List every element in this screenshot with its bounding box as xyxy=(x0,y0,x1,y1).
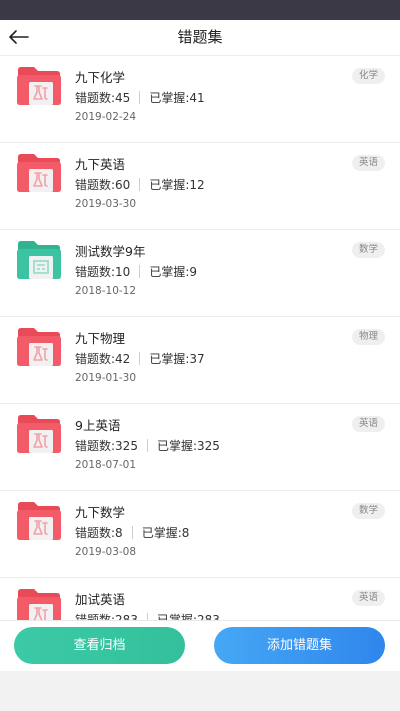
notebook-stats: 错题数:60 已掌握:12 xyxy=(75,177,205,194)
notebook-stats: 错题数:10 已掌握:9 xyxy=(75,264,197,281)
status-bar xyxy=(0,0,400,20)
bottom-action-bar: 查看归档 添加错题集 xyxy=(0,620,400,671)
subject-tag: 物理 xyxy=(351,329,385,345)
mastered-count: 已掌握:37 xyxy=(149,352,205,366)
notebook-list-item[interactable]: 加试英语 错题数:283 已掌握:283 英语 xyxy=(0,578,400,620)
subject-tag: 英语 xyxy=(351,155,385,171)
notebook-list-item[interactable]: 九下英语 错题数:60 已掌握:12 2019-03-30 英语 xyxy=(0,143,400,230)
notebook-list-item[interactable]: 9上英语 错题数:325 已掌握:325 2018-07-01 英语 xyxy=(0,404,400,491)
stat-divider xyxy=(146,613,148,620)
red-folder-icon xyxy=(17,67,61,105)
subject-tag: 英语 xyxy=(351,416,385,432)
notebook-name: 9上英语 xyxy=(75,418,121,433)
mastered-count: 已掌握:283 xyxy=(156,613,220,620)
notebook-date: 2019-01-30 xyxy=(75,372,137,384)
notebook-list-item[interactable]: 九下数学 错题数:8 已掌握:8 2019-03-08 数学 xyxy=(0,491,400,578)
notebook-list: 九下化学 错题数:45 已掌握:41 2019-02-24 化学 九下英语 错题数… xyxy=(0,56,400,620)
mastered-count: 已掌握:9 xyxy=(149,265,198,279)
page-title: 错题集 xyxy=(177,28,223,46)
subject-tag: 化学 xyxy=(351,68,385,84)
notebook-name: 加试英语 xyxy=(75,592,126,607)
mastered-count: 已掌握:325 xyxy=(156,439,220,453)
notebook-date: 2018-07-01 xyxy=(75,459,137,471)
notebook-date: 2019-03-30 xyxy=(75,198,137,210)
notebook-stats: 错题数:283 已掌握:283 xyxy=(75,612,220,620)
notebook-stats: 错题数:325 已掌握:325 xyxy=(75,438,220,455)
add-notebook-button[interactable]: 添加错题集 xyxy=(214,627,385,664)
subject-tag: 数学 xyxy=(351,503,385,519)
notebook-date: 2019-03-08 xyxy=(75,546,137,558)
red-folder-icon xyxy=(17,502,61,540)
red-folder-icon xyxy=(17,415,61,453)
nav-bar: 错题集 xyxy=(0,20,400,56)
stat-divider xyxy=(146,439,148,452)
wrong-count: 错题数:10 xyxy=(75,265,131,279)
stat-divider xyxy=(139,352,141,365)
notebook-stats: 错题数:42 已掌握:37 xyxy=(75,351,205,368)
wrong-count: 错题数:283 xyxy=(75,613,138,620)
stat-divider xyxy=(139,91,141,104)
subject-tag: 数学 xyxy=(351,242,385,258)
notebook-stats: 错题数:45 已掌握:41 xyxy=(75,90,205,107)
notebook-list-item[interactable]: 九下化学 错题数:45 已掌握:41 2019-02-24 化学 xyxy=(0,56,400,143)
wrong-count: 错题数:42 xyxy=(75,352,131,366)
red-folder-icon xyxy=(17,589,61,620)
notebook-name: 九下英语 xyxy=(75,157,126,172)
notebook-date: 2018-10-12 xyxy=(75,285,137,297)
stat-divider xyxy=(139,265,141,278)
notebook-list-item[interactable]: 九下物理 错题数:42 已掌握:37 2019-01-30 物理 xyxy=(0,317,400,404)
wrong-count: 错题数:60 xyxy=(75,178,131,192)
mastered-count: 已掌握:41 xyxy=(149,91,205,105)
view-archive-button[interactable]: 查看归档 xyxy=(14,627,185,664)
green-folder-icon xyxy=(17,241,61,279)
notebook-stats: 错题数:8 已掌握:8 xyxy=(75,525,189,542)
wrong-count: 错题数:325 xyxy=(75,439,138,453)
wrong-count: 错题数:8 xyxy=(75,526,123,540)
notebook-name: 九下数学 xyxy=(75,505,126,520)
red-folder-icon xyxy=(17,328,61,366)
red-folder-icon xyxy=(17,154,61,192)
stat-divider xyxy=(131,526,133,539)
stat-divider xyxy=(139,178,141,191)
mastered-count: 已掌握:12 xyxy=(149,178,205,192)
notebook-name: 九下化学 xyxy=(75,70,126,85)
notebook-name: 测试数学9年 xyxy=(75,244,146,259)
wrong-count: 错题数:45 xyxy=(75,91,131,105)
subject-tag: 英语 xyxy=(351,590,385,606)
notebook-date: 2019-02-24 xyxy=(75,111,137,123)
mastered-count: 已掌握:8 xyxy=(141,526,190,540)
notebook-list-item[interactable]: 测试数学9年 错题数:10 已掌握:9 2018-10-12 数学 xyxy=(0,230,400,317)
notebook-name: 九下物理 xyxy=(75,331,126,346)
